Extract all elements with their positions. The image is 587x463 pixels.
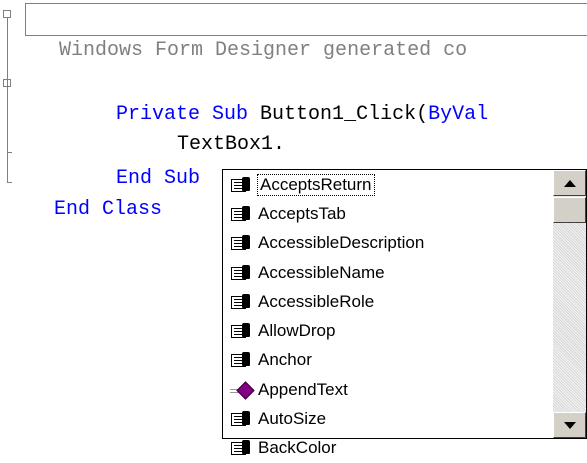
scroll-down-button[interactable] [553, 412, 586, 438]
scroll-up-button[interactable] [553, 170, 586, 196]
member-item-accepts-return[interactable]: AcceptsReturn [223, 170, 553, 199]
property-icon [229, 322, 253, 340]
property-icon [229, 410, 253, 428]
property-icon [229, 234, 253, 252]
arrow-down-icon [563, 421, 576, 429]
member-label: AccessibleDescription [258, 233, 425, 253]
member-item-accessible-description[interactable]: AccessibleDescription [223, 229, 553, 258]
member-item-accepts-tab[interactable]: AcceptsTab [223, 199, 553, 228]
region-label: Windows Form Designer generated co [59, 39, 468, 62]
keyword-end-class: End Class [54, 198, 163, 221]
outline-gutter-line [7, 18, 8, 182]
code-line-end-class[interactable]: End Class [30, 171, 162, 223]
member-label: BackColor [258, 438, 337, 458]
scrollbar-thumb[interactable] [553, 197, 586, 223]
vertical-scrollbar[interactable] [553, 170, 586, 438]
member-label: AcceptsTab [258, 203, 346, 223]
member-item-append-text[interactable]: AppendText [223, 375, 553, 404]
member-item-allow-drop[interactable]: AllowDrop [223, 316, 553, 345]
member-list[interactable]: AcceptsReturn AcceptsTab AccessibleDescr… [223, 170, 553, 463]
keyword-byval: ByVal [428, 103, 489, 126]
member-label: AccessibleRole [258, 291, 375, 311]
arrow-up-icon [563, 179, 576, 187]
member-item-accessible-name[interactable]: AccessibleName [223, 258, 553, 287]
member-label: AcceptsReturn [257, 173, 375, 196]
member-label: AppendText [258, 379, 348, 399]
method-icon [229, 381, 255, 400]
code-line-sub-declaration[interactable]: Private Sub Button1_Click(ByVal [92, 76, 488, 128]
property-icon [229, 176, 253, 194]
outline-tick-end-sub [7, 152, 12, 153]
member-item-auto-size[interactable]: AutoSize [223, 404, 553, 433]
collapsed-region[interactable]: Windows Form Designer generated co [25, 3, 587, 62]
member-label: AllowDrop [258, 321, 336, 341]
member-item-back-color[interactable]: BackColor [223, 434, 553, 463]
member-label: Anchor [258, 350, 312, 370]
property-icon [229, 205, 253, 223]
member-item-accessible-role[interactable]: AccessibleRole [223, 287, 553, 316]
property-icon [229, 293, 253, 311]
property-icon [229, 351, 253, 369]
property-icon [229, 439, 253, 457]
outline-tick-end-class [7, 182, 12, 183]
collapse-region-toggle[interactable] [3, 10, 11, 18]
intellisense-popup[interactable]: AcceptsReturn AcceptsTab AccessibleDescr… [222, 169, 587, 457]
member-label: AutoSize [258, 409, 327, 429]
member-label: AccessibleName [258, 262, 385, 282]
member-item-anchor[interactable]: Anchor [223, 346, 553, 375]
property-icon [229, 264, 253, 282]
